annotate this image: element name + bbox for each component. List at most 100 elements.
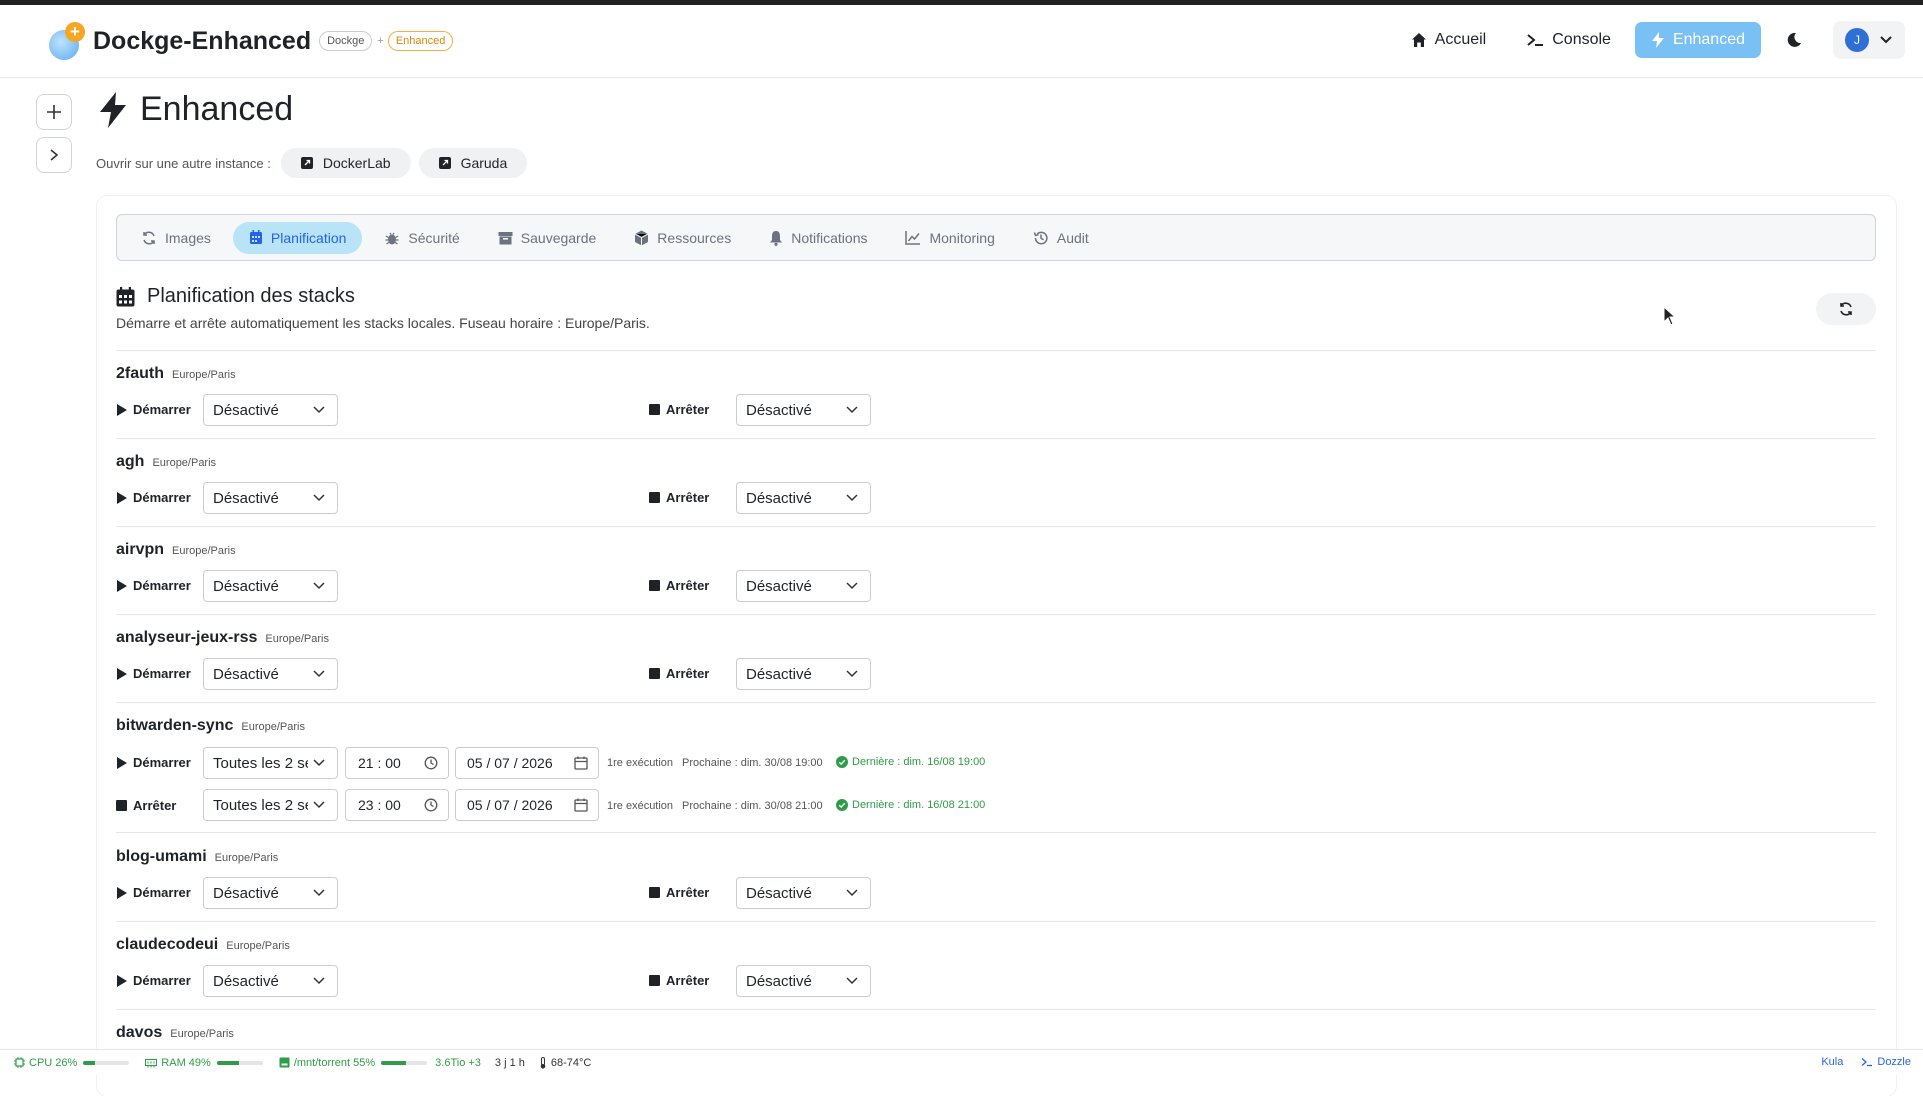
first-run-label: 1re exécution — [607, 800, 674, 812]
play-icon — [117, 491, 127, 504]
start-schedule-value: Désactivé — [213, 401, 279, 419]
tab-monitoring[interactable]: Monitoring — [889, 222, 1010, 254]
last-run-status: Dernière : dim. 16/08 21:00 — [836, 799, 985, 811]
start-label: Démarrer — [116, 885, 191, 900]
cpu-text: CPU 26% — [29, 1056, 78, 1069]
expand-sidebar-button[interactable] — [36, 137, 72, 173]
stop-date-input[interactable]: 05 / 07 / 2026 — [455, 789, 599, 821]
tab-monitoring-label: Monitoring — [929, 229, 995, 246]
chevron-down-icon — [1880, 36, 1892, 44]
chevron-down-icon — [846, 494, 858, 502]
start-text: Démarrer — [133, 973, 191, 988]
play-icon — [117, 579, 127, 592]
start-label: Démarrer — [116, 755, 191, 770]
start-frequency-select[interactable]: Toutes les 2 se — [203, 747, 338, 779]
stop-schedule-select[interactable]: Désactivé — [736, 658, 871, 690]
stop-text: Arrêter — [666, 578, 710, 593]
tab-images[interactable]: Images — [125, 222, 227, 254]
stack-header: airvpn Europe/Paris — [116, 541, 1876, 559]
play-icon — [117, 974, 127, 987]
tab-ressources[interactable]: Ressources — [618, 222, 747, 254]
start-schedule-value: Désactivé — [213, 972, 279, 990]
brand[interactable]: + Dockge-Enhanced Dockge + Enhanced — [47, 22, 454, 60]
stack-bitwarden-sync: bitwarden-sync Europe/Paris — [116, 717, 1876, 735]
stop-frequency-select[interactable]: Toutes les 2 se — [203, 789, 338, 821]
start-schedule-select[interactable]: Désactivé — [203, 482, 338, 514]
start-time-input[interactable]: 21 : 00 — [345, 747, 449, 779]
memory-icon — [145, 1058, 158, 1067]
status-footer: CPU 26% RAM 49% /mnt/torrent 55% 3.6Tio … — [0, 1049, 1923, 1075]
temperature-text: 68-74°C — [550, 1056, 592, 1069]
stop-schedule-select[interactable]: Désactivé — [736, 877, 871, 909]
divider — [116, 1009, 1876, 1010]
divider — [116, 832, 1876, 833]
avatar: J — [1845, 28, 1869, 52]
stack-header: blog-umami Europe/Paris — [116, 848, 1876, 866]
stop-schedule-select[interactable]: Désactivé — [736, 965, 871, 997]
user-menu[interactable]: J — [1833, 21, 1905, 59]
play-icon — [117, 667, 127, 680]
app-logo-icon: + — [47, 22, 85, 60]
start-schedule-select[interactable]: Désactivé — [203, 965, 338, 997]
thermometer-icon — [540, 1056, 546, 1069]
stack-airvpn: airvpn Europe/Paris — [116, 541, 1876, 559]
stop-schedule-value: Désactivé — [746, 665, 812, 683]
instance-garuda-button[interactable]: Garuda — [418, 148, 528, 178]
start-schedule-value: Désactivé — [213, 665, 279, 683]
stop-label: Arrêter — [649, 490, 709, 505]
start-schedule-select[interactable]: Désactivé — [203, 658, 338, 690]
tab-securite[interactable]: Sécurité — [368, 222, 475, 254]
divider — [116, 921, 1876, 922]
footer-links: Kula Dozzle — [1803, 1056, 1911, 1068]
bolt-icon — [100, 91, 126, 128]
start-schedule-select[interactable]: Désactivé — [203, 394, 338, 426]
footer-link-kula[interactable]: Kula — [1821, 1056, 1843, 1068]
stop-schedule-select[interactable]: Désactivé — [736, 482, 871, 514]
tab-sauvegarde[interactable]: Sauvegarde — [482, 222, 613, 254]
footer-link-kula-label: Kula — [1821, 1056, 1844, 1068]
add-stack-button[interactable] — [36, 94, 72, 130]
divider — [116, 438, 1876, 439]
instance-dockerlab-button[interactable]: DockerLab — [280, 148, 411, 178]
footer-link-dozzle-label: Dozzle — [1877, 1056, 1911, 1068]
bug-icon — [385, 232, 399, 245]
tab-ressources-label: Ressources — [657, 229, 732, 246]
calendar-icon — [574, 798, 588, 812]
chevron-down-icon — [846, 889, 858, 897]
stop-schedule-value: Désactivé — [746, 401, 812, 419]
divider — [116, 702, 1876, 703]
start-date-input[interactable]: 05 / 07 / 2026 — [455, 747, 599, 779]
instance-garuda-label: Garuda — [460, 155, 508, 171]
section-header: Planification des stacks — [116, 285, 355, 308]
tab-audit[interactable]: Audit — [1017, 222, 1105, 254]
tab-planification[interactable]: Planification — [232, 221, 363, 254]
stop-schedule-select[interactable]: Désactivé — [736, 394, 871, 426]
temperature-status: 68-74°C — [539, 1056, 592, 1069]
tab-notifications[interactable]: Notifications — [753, 222, 883, 254]
start-frequency-value: Toutes les 2 se — [213, 754, 308, 772]
theme-toggle[interactable] — [1775, 21, 1813, 59]
stop-text: Arrêter — [666, 490, 710, 505]
chart-line-icon — [905, 231, 921, 245]
cube-icon — [635, 230, 649, 245]
moon-icon — [1787, 32, 1801, 47]
start-schedule-select[interactable]: Désactivé — [203, 570, 338, 602]
stack-timezone: Europe/Paris — [226, 940, 290, 952]
footer-link-dozzle[interactable]: Dozzle — [1861, 1056, 1911, 1068]
refresh-button[interactable] — [1816, 293, 1876, 325]
stop-time-input[interactable]: 23 : 00 — [345, 789, 449, 821]
stop-schedule-select[interactable]: Désactivé — [736, 570, 871, 602]
nav-home[interactable]: Accueil — [1395, 22, 1503, 58]
bolt-icon — [1651, 32, 1664, 48]
nav-enhanced[interactable]: Enhanced — [1634, 22, 1761, 58]
stack-claudecodeui: claudecodeui Europe/Paris — [116, 936, 1876, 954]
start-row: Démarrer — [116, 490, 191, 505]
start-schedule-select[interactable]: Désactivé — [203, 877, 338, 909]
stack-timezone: Europe/Paris — [214, 852, 279, 864]
clock-icon — [424, 798, 438, 812]
stop-schedule-value: Désactivé — [746, 489, 812, 507]
bell-icon — [770, 230, 783, 246]
terminal-icon — [1527, 34, 1544, 46]
nav-console[interactable]: Console — [1510, 22, 1627, 58]
chevron-down-icon — [313, 670, 325, 678]
